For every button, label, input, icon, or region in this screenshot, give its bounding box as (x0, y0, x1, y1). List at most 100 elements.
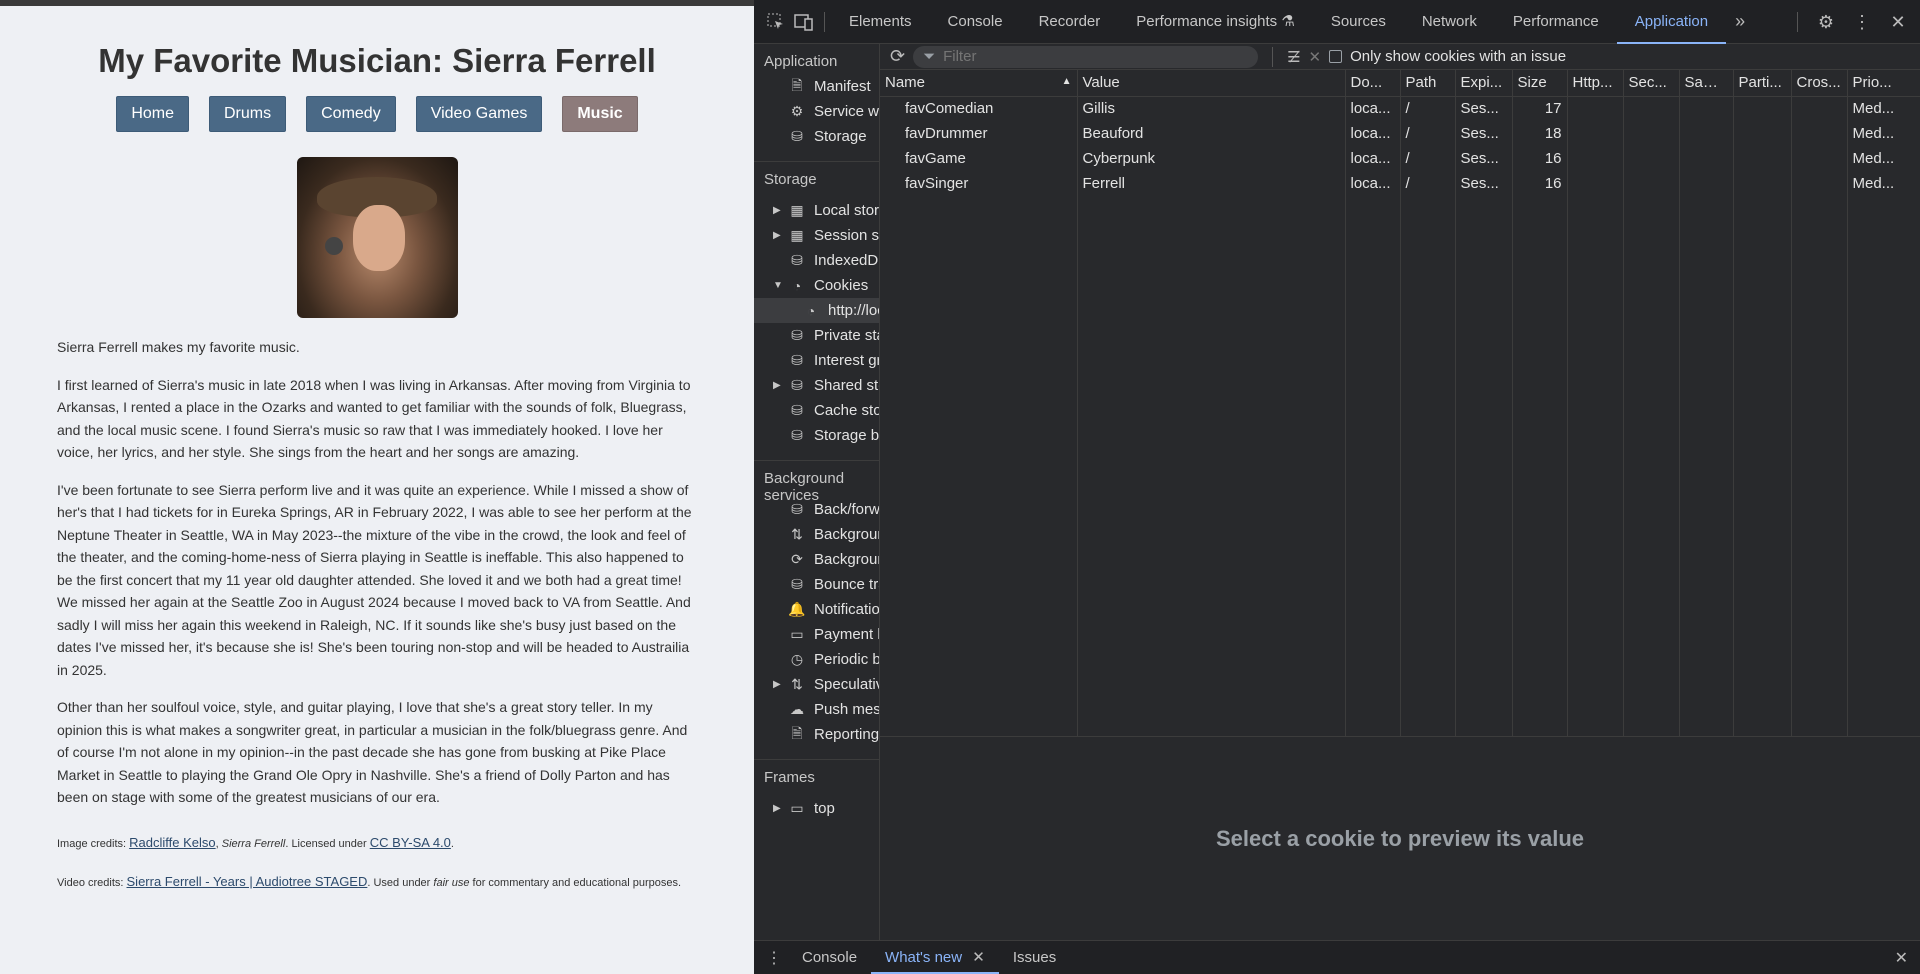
cookie-path: / (1400, 96, 1456, 121)
close-drawer-icon[interactable]: ✕ (1895, 948, 1908, 968)
image-credits-end: . (450, 837, 454, 850)
cookie-secure (1623, 96, 1680, 121)
tab-performance[interactable]: Performance (1495, 0, 1617, 44)
table-row[interactable]: favComedian Gillis loca... / Ses... 17 M… (880, 96, 1920, 121)
sidebar-item-notifications[interactable]: 🔔 Notifications (754, 597, 879, 622)
refresh-icon[interactable]: ⟳ (890, 46, 905, 67)
sidebar-item-bounce-tracking-label: Bounce tracking mitigations (814, 576, 879, 593)
table-row[interactable]: favGame Cyberpunk loca... / Ses... 16 Me… (880, 146, 1920, 171)
sidebar-item-manifest[interactable]: 🗎 Manifest (754, 74, 879, 99)
sidebar-item-service-workers[interactable]: ⚙ Service workers (754, 99, 879, 124)
sidebar-item-cookies[interactable]: ▼ ◔ Cookies (754, 273, 879, 298)
column-header-expires[interactable]: Expi... (1455, 70, 1513, 97)
expand-arrow-icon[interactable]: ▶ (773, 205, 781, 216)
document-icon: 🗎 (791, 76, 803, 93)
nav-comedy-button[interactable]: Comedy (306, 96, 396, 132)
column-header-domain[interactable]: Do... (1345, 70, 1401, 97)
nav-music-button[interactable]: Music (562, 96, 638, 132)
sidebar-item-cookie-origin[interactable]: ◔ http://localhost (754, 298, 879, 323)
only-issues-checkbox[interactable] (1329, 50, 1343, 63)
column-header-cross-site[interactable]: Cros... (1791, 70, 1848, 97)
sidebar-item-private-state-tokens[interactable]: ⛁ Private state tokens (754, 323, 879, 348)
sidebar-item-speculative-loads[interactable]: ▶ ⇅ Speculative loads (754, 672, 879, 697)
cookie-name: favDrummer (880, 121, 1078, 146)
expand-arrow-icon[interactable]: ▶ (773, 230, 781, 241)
close-tab-icon[interactable]: ✕ (972, 949, 985, 966)
sidebar-item-push-messaging[interactable]: ☁ Push messaging (754, 697, 879, 722)
cookie-domain: loca... (1345, 121, 1401, 146)
sidebar-item-periodic-sync[interactable]: ◷ Periodic background sync (754, 647, 879, 672)
close-devtools-icon[interactable]: ✕ (1884, 8, 1912, 36)
flask-icon: ⚗ (1281, 12, 1295, 30)
tab-application[interactable]: Application (1616, 0, 1727, 44)
inspect-element-icon[interactable] (762, 8, 790, 36)
column-header-partition[interactable]: Parti... (1733, 70, 1792, 97)
table-row[interactable]: favDrummer Beauford loca... / Ses... 18 … (880, 121, 1920, 146)
sidebar-item-push-messaging-label: Push messaging (814, 701, 880, 718)
cookie-expires: Ses... (1455, 96, 1513, 121)
sidebar-item-payment-handler[interactable]: ▭ Payment handler (754, 622, 879, 647)
drawer-tab-whats-new[interactable]: What's new ✕ (871, 941, 999, 974)
column-header-priority[interactable]: Prio... (1847, 70, 1920, 97)
sidebar-item-bounce-tracking[interactable]: ⛁ Bounce tracking mitigations (754, 572, 879, 597)
sidebar-item-shared-storage[interactable]: ▶ ⛁ Shared storage (754, 373, 879, 398)
nav-video-games-button[interactable]: Video Games (415, 96, 543, 132)
tab-elements[interactable]: Elements (831, 0, 930, 44)
drawer-tab-issues[interactable]: Issues (999, 941, 1070, 974)
video-link[interactable]: Sierra Ferrell - Years | Audiotree STAGE… (127, 874, 368, 889)
cookie-priority: Med... (1847, 146, 1920, 171)
cookie-priority: Med... (1847, 121, 1920, 146)
tab-sources[interactable]: Sources (1313, 0, 1404, 44)
nav-home-button[interactable]: Home (116, 96, 189, 132)
settings-gear-icon[interactable]: ⚙ (1812, 8, 1840, 36)
sidebar-item-indexeddb[interactable]: ⛁ IndexedDB (754, 248, 879, 273)
filter-input[interactable] (943, 48, 1224, 65)
tab-performance-insights[interactable]: Performance insights ⚗ (1118, 0, 1313, 44)
nav-drums-button[interactable]: Drums (209, 96, 287, 132)
delete-selected-icon[interactable]: ✕ (1309, 48, 1322, 66)
database-icon: ⛁ (791, 327, 803, 343)
sidebar-item-storage[interactable]: ⛁ Storage (754, 124, 879, 149)
sidebar-item-storage-buckets[interactable]: ⛁ Storage buckets (754, 423, 879, 448)
sidebar-item-background-fetch[interactable]: ⇅ Background fetch (754, 522, 879, 547)
sidebar-item-reporting-api[interactable]: 🗎 Reporting API (754, 722, 879, 747)
application-sidebar: Application 🗎 Manifest ⚙ Service workers ⛁… (754, 44, 880, 940)
more-tabs-chevron-icon[interactable]: » (1726, 8, 1754, 36)
drawer-tab-console[interactable]: Console (788, 941, 871, 974)
more-options-icon[interactable]: ⋮ (1848, 8, 1876, 36)
device-toolbar-icon[interactable] (790, 8, 818, 36)
license-link[interactable]: CC BY-SA 4.0 (370, 835, 451, 850)
sidebar-item-cache-storage[interactable]: ⛁ Cache storage (754, 398, 879, 423)
cookie-expires: Ses... (1455, 146, 1513, 171)
sidebar-item-background-sync[interactable]: ⟳ Background sync (754, 547, 879, 572)
column-header-httponly[interactable]: Http... (1567, 70, 1624, 97)
up-down-arrows-icon: ⇅ (791, 676, 803, 692)
sidebar-item-session-storage[interactable]: ▶ ▦ Session storage (754, 223, 879, 248)
sidebar-item-interest-groups[interactable]: ⛁ Interest groups (754, 348, 879, 373)
sort-ascending-icon: ▲ (1061, 76, 1072, 88)
column-header-name[interactable]: Name ▲ (880, 70, 1078, 97)
cookie-partition (1733, 146, 1792, 171)
column-header-size[interactable]: Size (1512, 70, 1568, 97)
table-row[interactable]: favSinger Ferrell loca... / Ses... 16 Me… (880, 171, 1920, 196)
photographer-link[interactable]: Radcliffe Kelso (129, 835, 215, 850)
column-header-value[interactable]: Value (1077, 70, 1346, 97)
column-header-samesite[interactable]: Sam... (1679, 70, 1734, 97)
column-header-path[interactable]: Path (1400, 70, 1456, 97)
tab-console[interactable]: Console (930, 0, 1021, 44)
tab-network[interactable]: Network (1404, 0, 1495, 44)
cookie-httponly (1567, 121, 1624, 146)
sidebar-item-back-forward-cache[interactable]: ⛁ Back/forward cache (754, 497, 879, 522)
sidebar-item-frame-top[interactable]: ▶ ▭ top (754, 796, 879, 821)
column-header-secure[interactable]: Sec... (1623, 70, 1680, 97)
tab-recorder[interactable]: Recorder (1021, 0, 1119, 44)
expand-arrow-icon[interactable]: ▶ (773, 803, 781, 814)
drawer-menu-icon[interactable]: ⋮ (766, 948, 782, 968)
cookie-samesite (1679, 146, 1734, 171)
expand-arrow-icon[interactable]: ▶ (773, 679, 781, 690)
filter-field[interactable]: ⏷ (913, 45, 1259, 68)
expand-arrow-icon[interactable]: ▶ (773, 380, 781, 391)
collapse-arrow-icon[interactable]: ▼ (773, 280, 783, 291)
sidebar-item-local-storage[interactable]: ▶ ▦ Local storage (754, 198, 879, 223)
clear-all-cookies-icon[interactable]: ☰̸ (1287, 48, 1300, 66)
